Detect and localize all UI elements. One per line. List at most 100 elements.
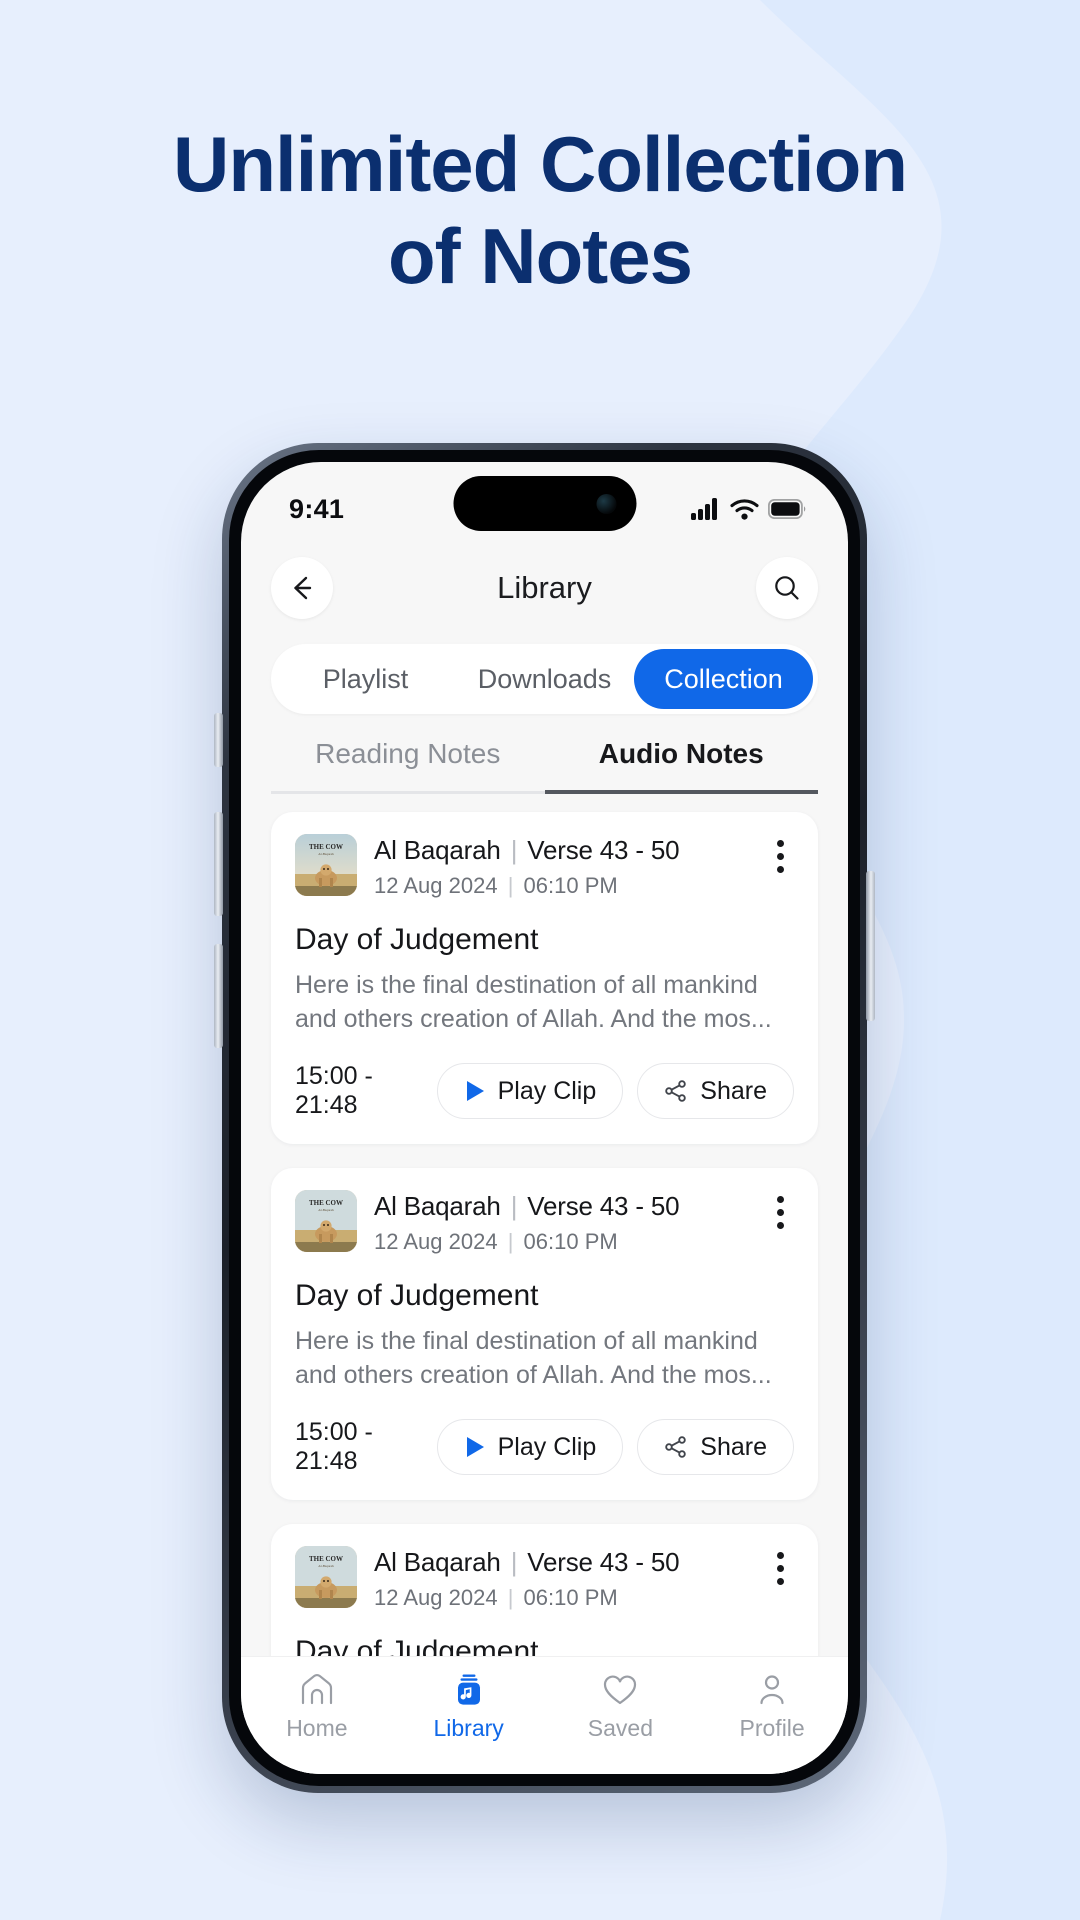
album-thumbnail: THE COW Al-Baqarah (295, 834, 357, 896)
card-header: THE COW Al-Baqarah Al Baqarah | Verse 43… (295, 1546, 794, 1611)
share-icon (665, 1080, 687, 1102)
album-thumbnail: THE COW Al-Baqarah (295, 1190, 357, 1252)
play-clip-label: Play Clip (497, 1432, 597, 1461)
tab-audio-notes[interactable]: Audio Notes (544, 738, 818, 794)
card-date: 12 Aug 2024 (374, 1229, 498, 1254)
heart-icon (604, 1675, 637, 1705)
card-time: 06:10 PM (523, 1229, 618, 1254)
library-icon (457, 1674, 480, 1705)
tab-reading-notes[interactable]: Reading Notes (271, 738, 545, 794)
tab-profile-label: Profile (739, 1715, 805, 1741)
clip-duration: 15:00 - 21:48 (295, 1418, 373, 1475)
card-verse: Verse 43 - 50 (527, 1547, 680, 1577)
share-button[interactable]: Share (637, 1419, 794, 1475)
segmented-control-wrapper: Playlist Downloads Collection (241, 638, 848, 714)
card-actions: 15:00 - 21:48 Play Clip Share (295, 1418, 794, 1476)
person-icon (760, 1675, 784, 1705)
headline-line-1: Unlimited Collection (172, 120, 908, 208)
share-label: Share (700, 1076, 767, 1105)
tab-profile[interactable]: Profile (696, 1673, 848, 1742)
card-heading: Day of Judgement (295, 923, 539, 956)
card-meta: Al Baqarah | Verse 43 - 50 12 Aug 2024 |… (374, 834, 760, 899)
card-timestamp: 12 Aug 2024 | 06:10 PM (374, 1585, 760, 1611)
card-title: Al Baqarah | Verse 43 - 50 (374, 835, 760, 866)
home-icon (301, 1673, 332, 1705)
share-button[interactable]: Share (637, 1063, 794, 1119)
card-surah: Al Baqarah (374, 1191, 501, 1221)
card-date: 12 Aug 2024 (374, 1585, 498, 1610)
svg-text:THE COW: THE COW (309, 1555, 343, 1563)
card-time: 06:10 PM (523, 873, 618, 898)
tab-home[interactable]: Home (241, 1673, 393, 1742)
tab-saved-label: Saved (587, 1715, 653, 1741)
tab-saved[interactable]: Saved (545, 1673, 697, 1742)
card-body: Here is the final destination of all man… (295, 1327, 772, 1389)
power-button[interactable] (866, 871, 875, 1021)
card-header: THE COW Al-Baqarah Al Baqarah | Verse 43… (295, 834, 794, 899)
headline-line-2: of Notes (388, 212, 693, 301)
card-actions: 15:00 - 21:48 Play Clip Share (295, 1062, 794, 1120)
tab-home-label: Home (286, 1715, 348, 1741)
sub-tabs: Reading Notes Audio Notes (271, 738, 818, 794)
date-separator: | (507, 873, 514, 898)
silent-switch-button[interactable] (214, 713, 223, 767)
title-separator: | (510, 835, 518, 865)
notes-list: THE COW Al-Baqarah Al Baqarah | Verse 43… (241, 794, 848, 1774)
bottom-navigation: Home Library Saved Profile (241, 1656, 848, 1774)
volume-down-button[interactable] (214, 944, 223, 1048)
title-separator: | (510, 1547, 518, 1577)
share-icon (665, 1436, 687, 1458)
svg-text:THE COW: THE COW (309, 843, 343, 851)
poster-headline: Unlimited Collection of Notes (0, 118, 1080, 302)
card-verse: Verse 43 - 50 (527, 835, 680, 865)
page-title: Library (497, 570, 592, 605)
date-separator: | (507, 1585, 514, 1610)
segment-collection[interactable]: Collection (634, 649, 813, 709)
tab-library-label: Library (433, 1715, 504, 1741)
card-body: Here is the final destination of all man… (295, 971, 772, 1033)
play-clip-label: Play Clip (497, 1076, 597, 1105)
card-verse: Verse 43 - 50 (527, 1191, 680, 1221)
status-indicators (691, 498, 806, 520)
svg-text:Al-Baqarah: Al-Baqarah (318, 1564, 334, 1568)
search-button[interactable] (755, 557, 818, 619)
card-time: 06:10 PM (523, 1585, 618, 1610)
front-camera-icon (596, 493, 616, 514)
list-item[interactable]: THE COW Al-Baqarah Al Baqarah | Verse 43… (271, 1168, 818, 1500)
kebab-menu-icon[interactable] (777, 1546, 794, 1585)
list-item[interactable]: THE COW Al-Baqarah Al Baqarah | Verse 43… (271, 812, 818, 1144)
clip-duration: 15:00 - 21:48 (295, 1062, 373, 1119)
date-separator: | (507, 1229, 514, 1254)
segment-downloads[interactable]: Downloads (455, 649, 634, 709)
svg-text:Al-Baqarah: Al-Baqarah (318, 852, 334, 856)
card-timestamp: 12 Aug 2024 | 06:10 PM (374, 873, 760, 899)
battery-icon (768, 499, 806, 519)
album-thumbnail: THE COW Al-Baqarah (295, 1546, 357, 1608)
card-header: THE COW Al-Baqarah Al Baqarah | Verse 43… (295, 1190, 794, 1255)
segmented-control: Playlist Downloads Collection (271, 644, 818, 714)
segment-playlist[interactable]: Playlist (276, 649, 455, 709)
wifi-icon (730, 498, 759, 520)
search-icon (775, 576, 799, 600)
status-time: 9:41 (289, 493, 345, 524)
app-header: Library (241, 538, 848, 638)
card-surah: Al Baqarah (374, 835, 501, 865)
svg-text:THE COW: THE COW (309, 1199, 343, 1207)
kebab-menu-icon[interactable] (777, 1190, 794, 1229)
phone-screen: 9:41 Library Playlist Downloads Collecti… (241, 462, 848, 1774)
kebab-menu-icon[interactable] (777, 834, 794, 873)
cellular-signal-icon (691, 498, 717, 520)
arrow-left-icon (294, 576, 312, 600)
play-clip-button[interactable]: Play Clip (436, 1063, 624, 1119)
card-surah: Al Baqarah (374, 1547, 501, 1577)
the-cow-cover-icon: THE COW Al-Baqarah (295, 1546, 357, 1608)
share-label: Share (700, 1432, 767, 1461)
tab-library[interactable]: Library (393, 1673, 545, 1742)
card-timestamp: 12 Aug 2024 | 06:10 PM (374, 1229, 760, 1255)
volume-up-button[interactable] (214, 812, 223, 916)
status-bar: 9:41 (241, 462, 848, 538)
card-title: Al Baqarah | Verse 43 - 50 (374, 1191, 760, 1222)
play-icon (466, 1081, 484, 1101)
back-button[interactable] (271, 557, 333, 619)
play-clip-button[interactable]: Play Clip (436, 1419, 624, 1475)
